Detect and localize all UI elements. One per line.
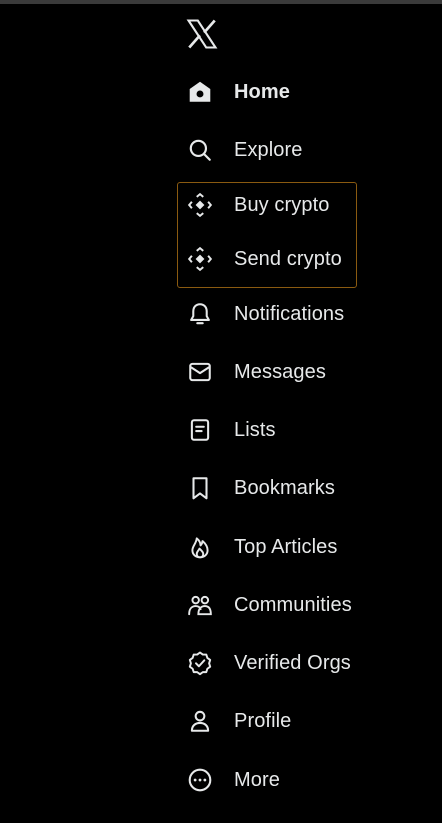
nav-bookmarks[interactable]: Bookmarks	[178, 466, 438, 510]
envelope-icon	[186, 358, 214, 386]
nav-more[interactable]: More	[178, 758, 438, 802]
nav-lists-label: Lists	[234, 418, 276, 441]
nav-buy-crypto-label: Buy crypto	[234, 193, 330, 216]
nav-buy-crypto[interactable]: Buy crypto	[178, 183, 438, 227]
bell-icon	[186, 300, 214, 328]
nav-notifications-label: Notifications	[234, 302, 345, 325]
home-icon	[186, 78, 214, 106]
more-circle-icon	[186, 766, 214, 794]
nav-home[interactable]: Home	[178, 70, 438, 114]
nav-notifications[interactable]: Notifications	[178, 292, 438, 336]
search-icon	[186, 136, 214, 164]
x-logo-icon[interactable]	[184, 16, 220, 52]
nav-verified-orgs-label: Verified Orgs	[234, 651, 351, 674]
nav-profile-label: Profile	[234, 709, 292, 732]
crypto-diamond-icon	[186, 245, 214, 273]
person-icon	[186, 707, 214, 735]
nav-top-articles-label: Top Articles	[234, 535, 338, 558]
nav-communities-label: Communities	[234, 593, 352, 616]
list-document-icon	[186, 416, 214, 444]
people-icon	[186, 591, 214, 619]
window-top-border	[0, 0, 442, 4]
nav-send-crypto-label: Send crypto	[234, 247, 342, 270]
bookmark-icon	[186, 474, 214, 502]
nav-communities[interactable]: Communities	[178, 583, 438, 627]
verified-badge-icon	[186, 649, 214, 677]
nav-profile[interactable]: Profile	[178, 699, 438, 743]
crypto-diamond-icon	[186, 191, 214, 219]
nav-verified-orgs[interactable]: Verified Orgs	[178, 641, 438, 685]
nav-more-label: More	[234, 768, 280, 791]
nav-bookmarks-label: Bookmarks	[234, 476, 335, 499]
nav-send-crypto[interactable]: Send crypto	[178, 237, 438, 281]
nav-home-label: Home	[234, 80, 290, 103]
flame-icon	[186, 533, 214, 561]
nav-explore-label: Explore	[234, 138, 303, 161]
nav-lists[interactable]: Lists	[178, 408, 438, 452]
nav-top-articles[interactable]: Top Articles	[178, 525, 438, 569]
nav-messages-label: Messages	[234, 360, 326, 383]
nav-explore[interactable]: Explore	[178, 128, 438, 172]
nav-messages[interactable]: Messages	[178, 350, 438, 394]
